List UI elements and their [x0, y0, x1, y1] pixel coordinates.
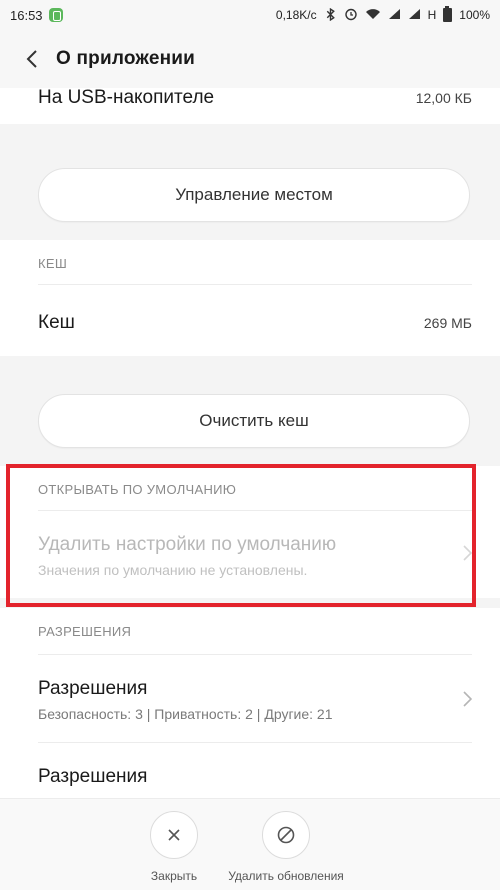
cache-value: 269 МБ [423, 315, 472, 331]
block-icon [277, 826, 295, 844]
manage-storage-button[interactable]: Управление местом [38, 168, 470, 222]
divider [38, 284, 472, 285]
page-title: О приложении [56, 48, 196, 69]
permissions-summary: Безопасность: 3 | Приватность: 2 | Други… [38, 706, 333, 722]
usb-storage-label: На USB-накопителе [38, 88, 215, 108]
divider [38, 742, 472, 743]
battery-level: 100% [459, 8, 490, 22]
clear-defaults-row[interactable]: Удалить настройки по умолчанию Значения … [38, 534, 336, 578]
close-icon [168, 829, 180, 841]
usb-storage-value: 12,00 КБ [415, 90, 472, 106]
uninstall-updates-action[interactable]: Удалить обновления [218, 811, 354, 883]
chevron-right-icon [462, 544, 473, 567]
network-speed: 0,18K/c [275, 8, 317, 22]
uninstall-updates-button[interactable] [262, 811, 310, 859]
bluetooth-icon [324, 7, 337, 23]
network-type: H [427, 8, 437, 22]
divider [38, 654, 472, 655]
battery-icon [443, 6, 453, 22]
cache-section-header: КЕШ [38, 256, 68, 271]
permissions-title: Разрешения [38, 678, 148, 699]
usb-storage-row: На USB-накопителе 12,00 КБ [38, 88, 472, 108]
signal-icon [388, 8, 401, 22]
settings-content[interactable]: На USB-накопителе 12,00 КБ Управление ме… [0, 88, 500, 798]
clear-cache-button[interactable]: Очистить кеш [38, 394, 470, 448]
divider [38, 510, 472, 511]
status-bar: 16:53 0,18K/c H 100% [0, 0, 500, 30]
close-label: Закрыть [150, 869, 198, 883]
back-button[interactable] [20, 44, 44, 74]
close-action[interactable]: Закрыть [150, 811, 198, 883]
signal-icon-2 [408, 8, 421, 22]
notification-icon [48, 8, 63, 22]
permissions-row-2[interactable]: Разрешения [38, 766, 147, 788]
permissions-title-2: Разрешения [38, 766, 148, 787]
uninstall-updates-label: Удалить обновления [228, 869, 344, 883]
wifi-icon [365, 8, 381, 22]
chevron-right-icon [462, 690, 473, 713]
permissions-header: РАЗРЕШЕНИЯ [38, 624, 132, 639]
app-bar: О приложении [0, 30, 500, 88]
close-button[interactable] [150, 811, 198, 859]
bottom-action-bar: Закрыть Удалить обновления [0, 798, 500, 890]
alarm-icon [344, 7, 358, 23]
cache-row: Кеш 269 МБ [38, 310, 472, 336]
status-time: 16:53 [10, 7, 43, 23]
open-by-default-header: ОТКРЫВАТЬ ПО УМОЛЧАНИЮ [38, 482, 237, 497]
clear-defaults-title: Удалить настройки по умолчанию [38, 534, 337, 555]
cache-section [0, 240, 500, 356]
clear-defaults-subtitle: Значения по умолчанию не установлены. [38, 562, 308, 578]
cache-label: Кеш [38, 312, 75, 333]
chevron-left-icon [26, 50, 37, 68]
permissions-row[interactable]: Разрешения Безопасность: 3 | Приватность… [38, 678, 333, 722]
